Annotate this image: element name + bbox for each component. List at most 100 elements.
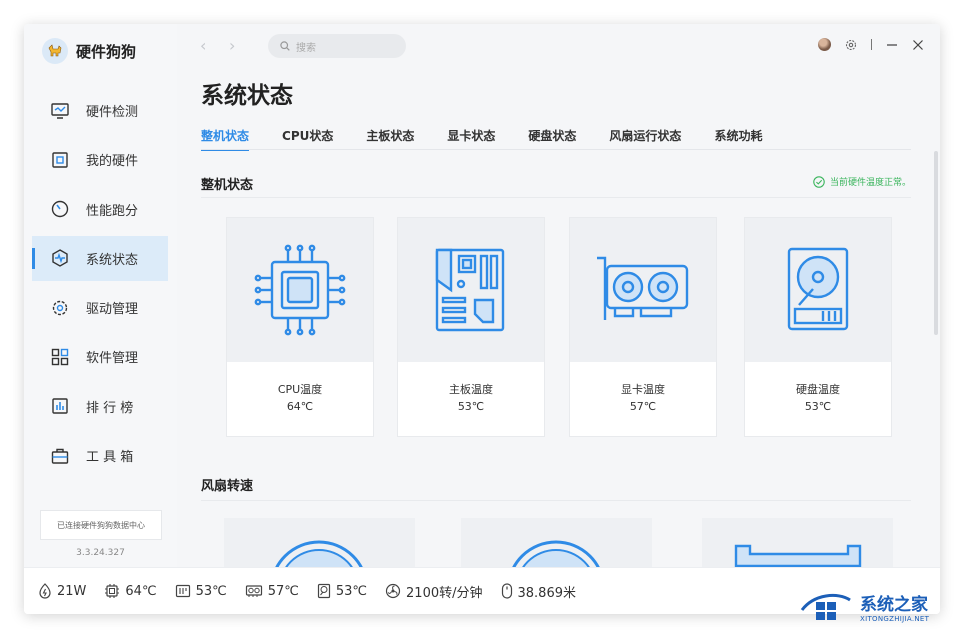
power-stat: 21W: [38, 583, 86, 599]
apps-grid-icon: [50, 347, 70, 367]
sidebar: 硬件狗狗 硬件检测 我的硬件 性能跑分 系统状态 驱动管理 软件管理 排 行 榜…: [24, 24, 177, 567]
card-value: 53℃: [457, 400, 485, 413]
watermark-title: 系统之家: [860, 594, 928, 615]
tab-motherboard[interactable]: 主板状态: [366, 127, 414, 149]
board-temp-stat: 53℃: [175, 583, 227, 599]
fan-card[interactable]: [224, 518, 415, 568]
sidebar-item-benchmark[interactable]: 性能跑分: [32, 187, 168, 232]
motherboard-icon: [175, 584, 190, 598]
card-image: [570, 218, 716, 362]
dog-logo-icon: [42, 38, 68, 64]
section-divider: [201, 500, 911, 501]
board-temp-value: 53℃: [195, 583, 227, 599]
tab-fan[interactable]: 风扇运行状态: [609, 127, 681, 149]
fan-icon: [385, 583, 401, 599]
gear-icon: [50, 298, 70, 318]
sidebar-item-label: 排 行 榜: [86, 400, 134, 416]
fan-speed-stat: 2100转/分钟: [385, 582, 483, 601]
connection-status: 已连接硬件狗狗数据中心: [40, 510, 162, 540]
disk-temp-value: 53℃: [335, 583, 368, 599]
card-image: [227, 218, 373, 362]
card-image: [745, 218, 891, 362]
sidebar-item-hardware-check[interactable]: 硬件检测: [32, 88, 168, 133]
card-label: 主板温度: [449, 383, 493, 396]
card-image: [398, 218, 544, 362]
card-value: 57℃: [629, 400, 657, 413]
app-name: 硬件狗狗: [76, 42, 137, 61]
disk-temp-stat: 53℃: [317, 583, 367, 599]
sidebar-item-label: 工 具 箱: [86, 450, 134, 466]
topbar: ‹ › 搜索: [177, 24, 940, 68]
pump-icon: [734, 544, 862, 568]
sidebar-item-software-management[interactable]: 软件管理: [32, 334, 168, 379]
forward-arrow-icon[interactable]: ›: [229, 36, 235, 55]
card-label: 显卡温度: [621, 383, 665, 396]
cpu-temp-value: 64℃: [125, 583, 157, 599]
sidebar-item-label: 软件管理: [86, 351, 139, 367]
card-label: CPU温度: [277, 383, 323, 396]
avatar[interactable]: [818, 38, 831, 51]
ranking-icon: [50, 396, 70, 416]
search-input[interactable]: 搜索: [268, 34, 406, 58]
scrollbar[interactable]: [934, 151, 938, 335]
motherboard-icon: [435, 248, 505, 332]
sidebar-item-my-hardware[interactable]: 我的硬件: [32, 137, 168, 182]
check-circle-icon: [813, 175, 825, 188]
watermark-url: XITONGZHIJIA.NET: [860, 614, 930, 623]
window-controls: [818, 38, 924, 51]
app-window: 硬件狗狗 硬件检测 我的硬件 性能跑分 系统状态 驱动管理 软件管理 排 行 榜…: [24, 24, 940, 614]
watermark-text: 系统之家 XITONGZHIJIA.NET: [860, 590, 929, 623]
disk-temp-card[interactable]: 硬盘温度 53℃: [744, 217, 892, 437]
section-divider: [201, 197, 911, 198]
mouse-distance-value: 38.869米: [517, 585, 577, 601]
graphics-card-icon: [245, 585, 262, 597]
graphics-card-icon: [597, 256, 689, 320]
temperature-status: 当前硬件温度正常。: [813, 175, 911, 188]
tab-disk[interactable]: 硬盘状态: [528, 127, 576, 149]
cpu-icon: [254, 244, 346, 336]
sidebar-item-ranking[interactable]: 排 行 榜: [32, 384, 168, 429]
search-icon: [280, 41, 290, 51]
gpu-temp-stat: 57℃: [245, 583, 299, 599]
mouse-icon: [501, 583, 512, 599]
hard-disk-icon: [787, 247, 849, 331]
gpu-temp-card[interactable]: 显卡温度 57℃: [569, 217, 717, 437]
settings-icon[interactable]: [845, 39, 857, 51]
fan-icon: [274, 540, 364, 568]
fan-card[interactable]: [461, 518, 652, 568]
search-placeholder: 搜索: [296, 42, 316, 54]
sidebar-item-label: 我的硬件: [86, 154, 139, 170]
sidebar-item-toolbox[interactable]: 工 具 箱: [32, 433, 168, 478]
sidebar-item-driver-management[interactable]: 驱动管理: [32, 285, 168, 330]
sidebar-item-system-status[interactable]: 系统状态: [32, 235, 168, 281]
toolbox-icon: [50, 446, 70, 466]
motherboard-temp-card[interactable]: 主板温度 53℃: [397, 217, 545, 437]
card-label: 硬盘温度: [796, 383, 840, 396]
back-arrow-icon[interactable]: ‹: [200, 36, 206, 55]
tab-cpu[interactable]: CPU状态: [282, 127, 333, 149]
sidebar-item-label: 驱动管理: [86, 302, 139, 318]
gpu-temp-value: 57℃: [267, 583, 299, 599]
tab-overview[interactable]: 整机状态: [201, 127, 250, 151]
mouse-distance-stat: 38.869米: [501, 582, 577, 601]
hard-disk-icon: [317, 583, 330, 599]
divider: [871, 39, 872, 50]
card-value: 53℃: [804, 400, 832, 413]
tabs-divider: [201, 149, 911, 150]
close-icon[interactable]: [912, 39, 924, 51]
cpu-temp-stat: 64℃: [104, 583, 157, 599]
main-content: ‹ › 搜索 系统状态 整机状态 CPU状态 主板状态 显卡状态 硬盘状态 风扇…: [177, 24, 940, 568]
cpu-temp-card[interactable]: CPU温度 64℃: [226, 217, 374, 437]
watermark-logo-icon: [800, 593, 851, 620]
tab-graphics[interactable]: 显卡状态: [447, 127, 495, 149]
fan-icon: [511, 540, 601, 568]
overview-section-title: 整机状态: [201, 178, 254, 193]
fan-card[interactable]: [702, 518, 893, 568]
minimize-icon[interactable]: [886, 39, 898, 51]
cpu-icon: [105, 584, 120, 598]
power-value: 21W: [57, 583, 87, 599]
gauge-icon: [50, 199, 70, 219]
status-tabs: 整机状态 CPU状态 主板状态 显卡状态 硬盘状态 风扇运行状态 系统功耗: [201, 127, 795, 151]
tab-power[interactable]: 系统功耗: [714, 127, 762, 149]
app-logo: 硬件狗狗: [42, 38, 136, 64]
